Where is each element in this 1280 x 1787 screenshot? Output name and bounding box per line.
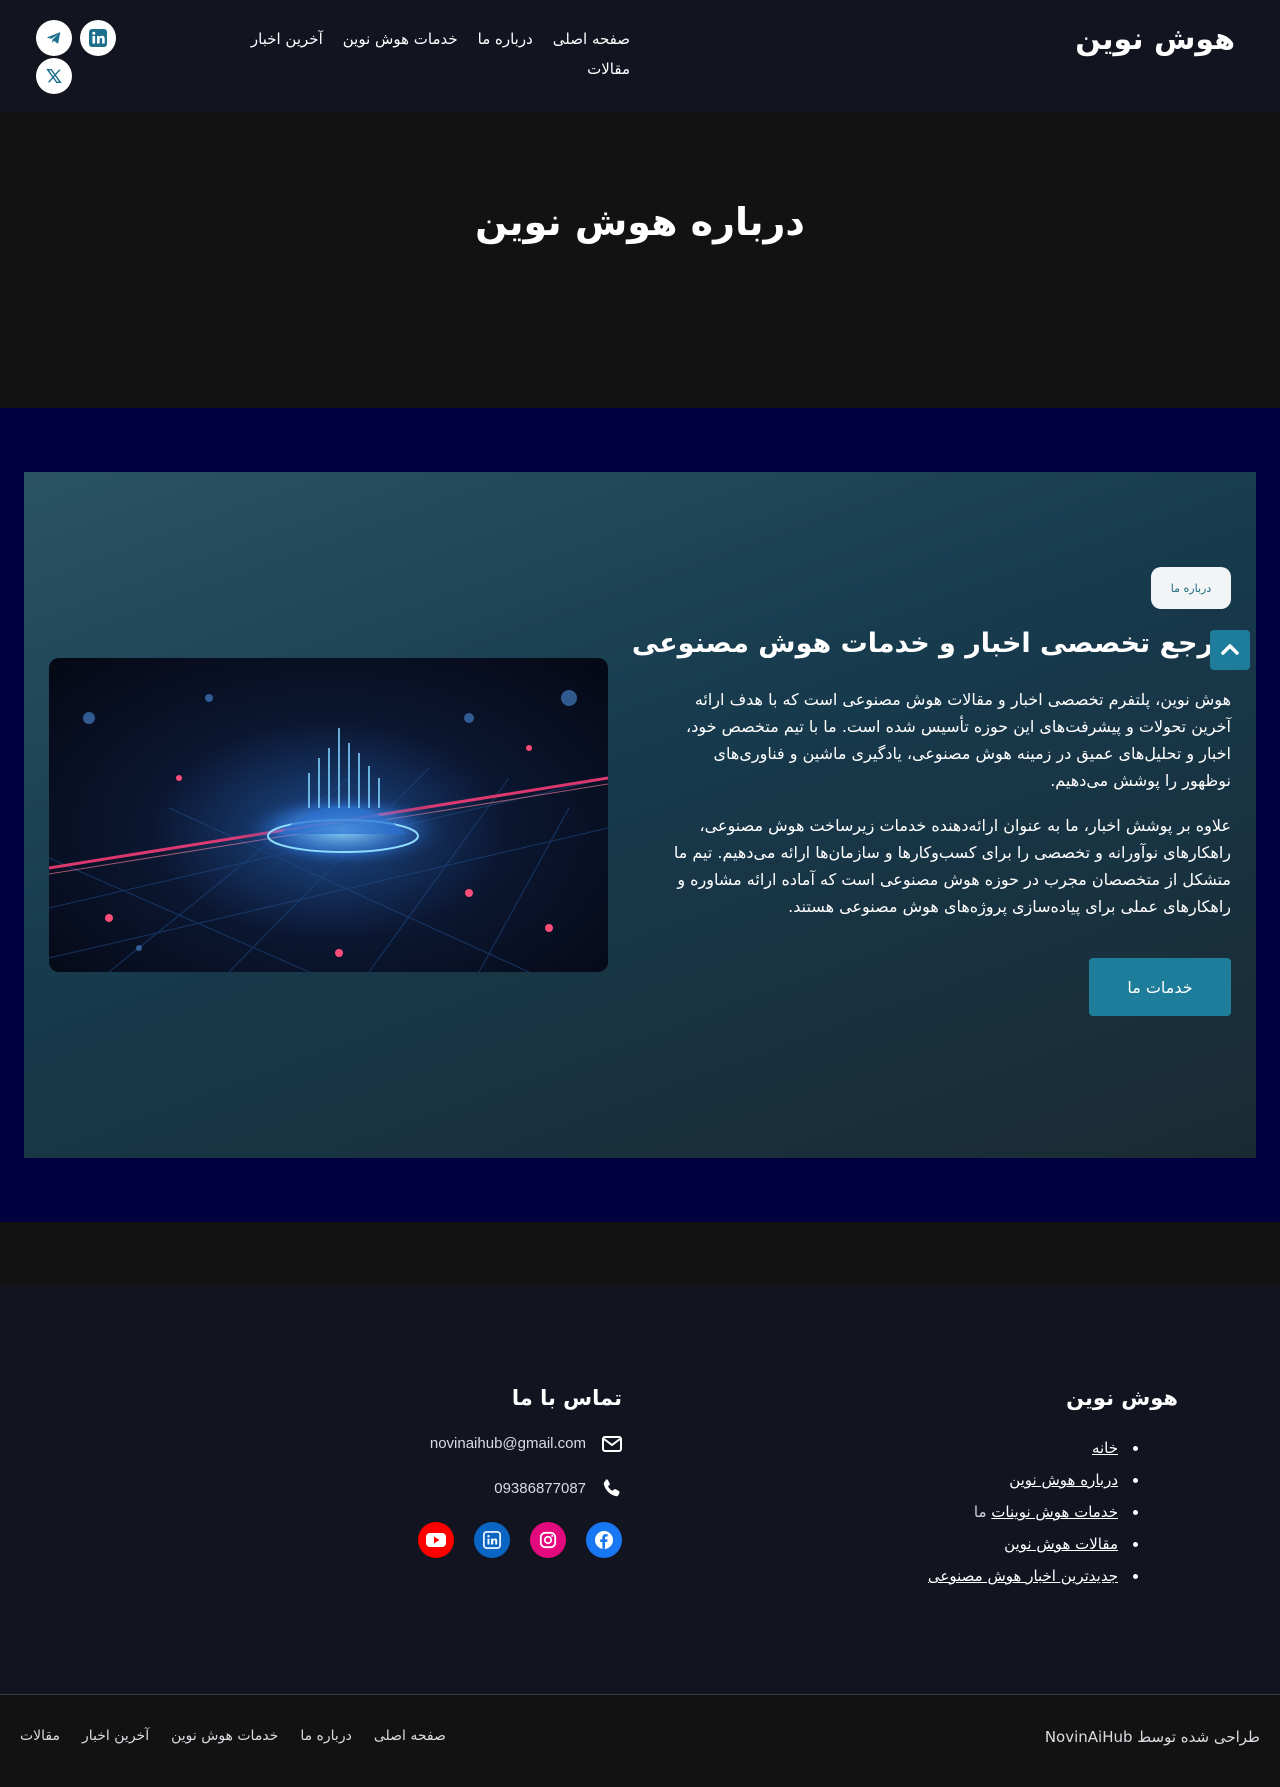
bottom-nav-services[interactable]: خدمات هوش نوین	[171, 1728, 278, 1744]
page-title: درباره هوش نوین	[475, 200, 805, 244]
site-header: هوش نوین صفحه اصلی درباره ما خدمات هوش ن…	[0, 0, 1280, 112]
bottom-nav-news[interactable]: آخرین اخبار	[82, 1728, 149, 1744]
nav-home[interactable]: صفحه اصلی	[553, 18, 630, 60]
phone-text: 09386877087	[494, 1479, 586, 1497]
linkedin-icon[interactable]	[474, 1522, 510, 1558]
phone-icon	[603, 1479, 620, 1497]
services-button[interactable]: خدمات ما	[1089, 958, 1231, 1016]
designer-credit: طراحی شده توسط NovinAiHub	[1044, 1728, 1260, 1746]
nav-about[interactable]: درباره ما	[478, 18, 533, 60]
footer-social	[418, 1522, 622, 1558]
scroll-top-button[interactable]	[1210, 630, 1250, 670]
list-item: خدمات هوش نوینات ما	[928, 1496, 1140, 1528]
linkedin-icon[interactable]	[80, 20, 116, 56]
about-paragraph-1: هوش نوین، پلتفرم تخصصی اخبار و مقالات هو…	[686, 690, 1231, 790]
about-badge: درباره ما	[1151, 567, 1231, 609]
site-logo[interactable]: هوش نوین	[1075, 22, 1235, 57]
contact-email[interactable]: novinaihub@gmail.com	[430, 1435, 622, 1452]
facebook-icon[interactable]	[586, 1522, 622, 1558]
main-nav: صفحه اصلی درباره ما خدمات هوش نوین آخرین…	[210, 18, 630, 60]
chevron-up-icon	[1221, 644, 1239, 655]
footer-link-services[interactable]: خدمات هوش نوینات	[991, 1503, 1118, 1521]
contact-phone[interactable]: 09386877087	[494, 1478, 622, 1498]
about-paragraph-2: علاوه بر پوشش اخبار، ما به عنوان ارائه‌د…	[673, 816, 1231, 916]
footer-brand-title: هوش نوین	[1066, 1386, 1178, 1410]
x-icon[interactable]	[36, 58, 72, 94]
footer-link-home[interactable]: خانه	[1092, 1439, 1118, 1457]
list-item: درباره هوش نوین	[928, 1464, 1140, 1496]
about-heading: مرجع تخصصی اخبار و خدمات هوش مصنوعی	[631, 628, 1231, 659]
bottom-nav-about[interactable]: درباره ما	[300, 1728, 351, 1744]
ai-illustration-image	[49, 658, 608, 972]
header-social	[36, 20, 126, 94]
bottom-nav: صفحه اصلی درباره ما خدمات هوش نوین آخرین…	[20, 1728, 446, 1744]
footer-link-articles[interactable]: مقالات هوش نوین	[1004, 1535, 1118, 1553]
nav-articles[interactable]: مقالات	[587, 60, 630, 78]
list-item: خانه	[928, 1432, 1140, 1464]
bottom-nav-articles[interactable]: مقالات	[20, 1728, 60, 1744]
nav-row-2: مقالات	[587, 60, 630, 78]
bottom-nav-home[interactable]: صفحه اصلی	[374, 1728, 446, 1744]
email-text: novinaihub@gmail.com	[429, 1435, 586, 1452]
list-item: مقالات هوش نوین	[928, 1528, 1140, 1560]
instagram-icon[interactable]	[530, 1522, 566, 1558]
envelope-icon	[602, 1435, 622, 1452]
contact-title: تماس با ما	[511, 1386, 622, 1410]
footer-link-suffix: ما	[973, 1503, 992, 1521]
footer-links: خانه درباره هوش نوین خدمات هوش نوینات ما…	[928, 1432, 1140, 1592]
nav-news[interactable]: آخرین اخبار	[251, 18, 323, 60]
list-item: جدیدترین اخبار هوش مصنوعی	[928, 1560, 1140, 1592]
youtube-icon[interactable]	[418, 1522, 454, 1558]
bottom-bar: طراحی شده توسط NovinAiHub صفحه اصلی دربا…	[0, 1694, 1280, 1787]
title-band	[0, 112, 1280, 408]
footer-link-about[interactable]: درباره هوش نوین	[1009, 1471, 1118, 1489]
telegram-icon[interactable]	[36, 20, 72, 56]
nav-services[interactable]: خدمات هوش نوین	[343, 18, 458, 60]
footer-link-ai-news[interactable]: جدیدترین اخبار هوش مصنوعی	[928, 1567, 1118, 1585]
